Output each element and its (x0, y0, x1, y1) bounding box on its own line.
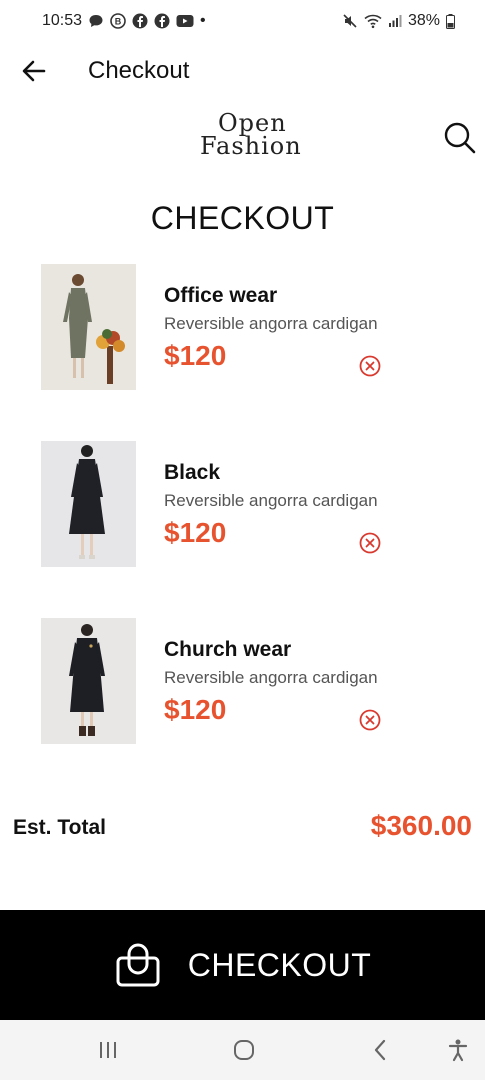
mute-icon (343, 14, 357, 28)
system-back-button[interactable] (364, 1034, 396, 1066)
checkout-button-label: CHECKOUT (187, 946, 372, 983)
item-description: Reversible angorra cardigan (164, 491, 378, 510)
recent-apps-icon (100, 1042, 116, 1058)
item-name: Office wear (164, 284, 278, 307)
item-name: Black (164, 461, 221, 484)
total-label: Est. Total (13, 816, 106, 839)
product-image-black (41, 441, 136, 567)
more-notifications-dot: • (200, 12, 206, 29)
item-description: Reversible angorra cardigan (164, 668, 378, 687)
item-name: Church wear (164, 638, 292, 661)
search-icon (444, 122, 476, 154)
cart-item: Office wear Reversible angorra cardigan … (0, 264, 485, 394)
product-image[interactable] (41, 441, 136, 567)
app-bar-title: Checkout (88, 57, 190, 84)
recent-apps-button[interactable] (92, 1034, 124, 1066)
brand-logo-line2: Fashion (200, 131, 302, 160)
status-left: 10:53 B • (42, 12, 206, 30)
product-image-office-wear (41, 264, 136, 390)
remove-circle-x-icon (359, 709, 381, 731)
back-button[interactable] (2, 42, 66, 100)
cart-item: Church wear Reversible angorra cardigan … (0, 618, 485, 748)
product-image[interactable] (41, 264, 136, 390)
message-icon (89, 15, 103, 27)
battery-percent: 38% (407, 12, 440, 29)
product-image[interactable] (41, 618, 136, 744)
accessibility-button[interactable] (442, 1034, 474, 1066)
item-price: $120 (164, 694, 227, 725)
remove-circle-x-icon (359, 355, 381, 377)
back-arrow-icon (22, 60, 46, 82)
app-bar: Checkout (0, 42, 485, 100)
signal-icon (388, 15, 402, 27)
status-time: 10:53 (42, 12, 83, 29)
item-price: $120 (164, 340, 227, 371)
youtube-icon (176, 15, 194, 27)
item-price: $120 (164, 517, 227, 548)
total-value: $360.00 (370, 810, 472, 841)
battery-icon (446, 13, 455, 29)
remove-item-button[interactable] (358, 531, 382, 555)
remove-item-button[interactable] (358, 708, 382, 732)
remove-item-button[interactable] (358, 354, 382, 378)
shopping-bag-icon (116, 943, 160, 987)
accessibility-icon (448, 1039, 468, 1062)
facebook-icon-2 (154, 13, 170, 29)
home-icon (234, 1040, 254, 1060)
total-row: Est. Total $360.00 (0, 810, 485, 850)
brand-header: Open Fashion (0, 104, 485, 164)
wifi-icon (364, 14, 382, 29)
product-image-church-wear (41, 618, 136, 744)
page-heading: CHECKOUT (150, 200, 335, 236)
status-bar: 10:53 B • 38% (0, 0, 485, 42)
home-button[interactable] (228, 1034, 260, 1066)
item-description: Reversible angorra cardigan (164, 314, 378, 333)
status-right: 38% (342, 12, 455, 30)
system-back-icon (374, 1039, 386, 1061)
facebook-icon (132, 13, 148, 29)
b-app-icon: B (110, 13, 126, 29)
checkout-button[interactable]: CHECKOUT (0, 910, 485, 1020)
brand-logo[interactable]: Open Fashion (200, 111, 304, 160)
system-nav-bar (0, 1020, 485, 1080)
remove-circle-x-icon (359, 532, 381, 554)
cart-item: Black Reversible angorra cardigan $120 (0, 441, 485, 571)
search-button[interactable] (440, 118, 480, 158)
svg-text:B: B (115, 17, 122, 27)
